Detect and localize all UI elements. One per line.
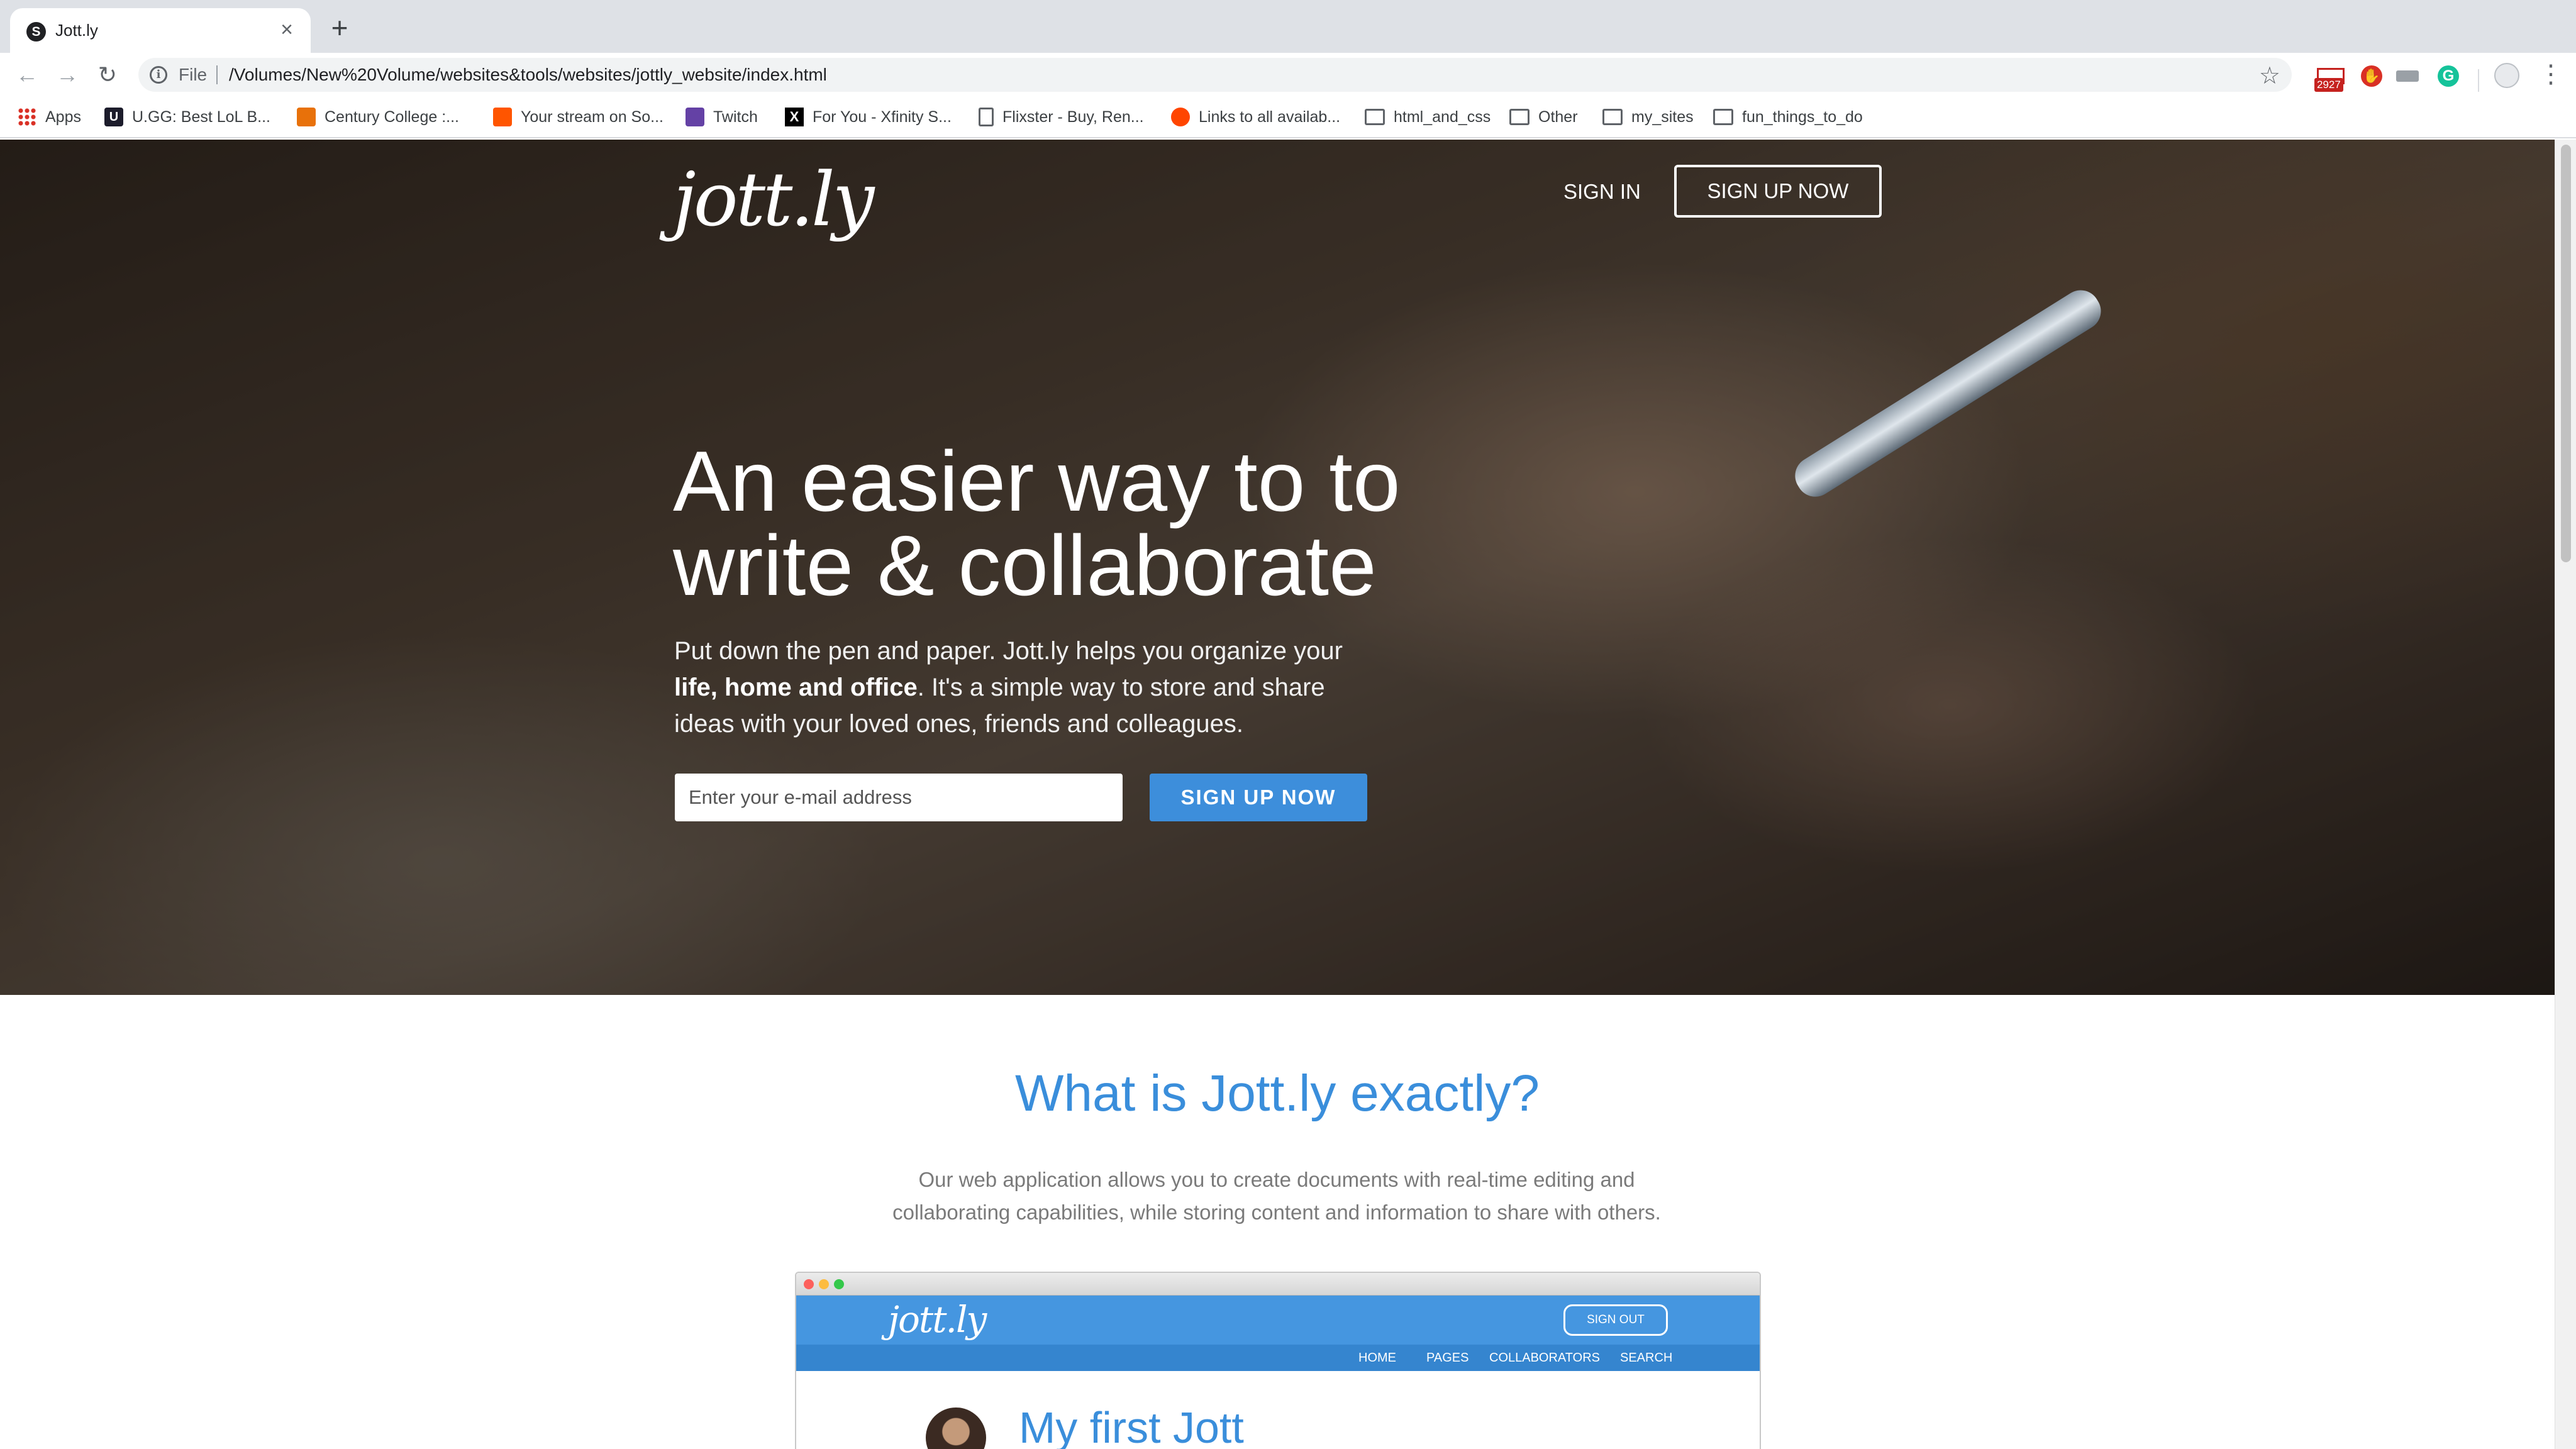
bookmark-label: Century College :... <box>325 108 459 126</box>
mock-nav-home: HOME <box>1358 1351 1396 1365</box>
bookmark-soundcloud[interactable]: Your stream on So... <box>493 106 663 128</box>
mock-logo: jott.ly <box>888 1298 987 1341</box>
hero-headline: An easier way to to write & collaborate <box>673 438 1491 608</box>
new-tab-button[interactable]: + <box>326 13 353 43</box>
folder-icon <box>1509 109 1530 125</box>
apps-grid-icon <box>18 108 36 126</box>
folder-icon <box>1713 109 1733 125</box>
avatar <box>926 1407 986 1449</box>
page-icon <box>979 108 994 126</box>
tab-jottly[interactable]: S Jott.ly × <box>10 8 311 53</box>
extension-icon[interactable] <box>2396 65 2421 93</box>
mock-body: My first Jott <box>796 1371 1760 1449</box>
bookmark-label: Other <box>1538 108 1578 126</box>
kebab-menu-icon[interactable]: ⋮ <box>2538 62 2563 87</box>
url-text[interactable]: /Volumes/New%20Volume/websites&tools/web… <box>229 65 827 85</box>
bookmark-label: html_and_css <box>1394 108 1491 126</box>
hero-subcopy: Put down the pen and paper. Jott.ly help… <box>674 633 1391 742</box>
bookmark-label: For You - Xfinity S... <box>813 108 952 126</box>
soundcloud-icon <box>493 108 512 126</box>
what-is-title: What is Jott.ly exactly? <box>1015 1065 1540 1122</box>
jottly-logo[interactable]: jott.ly <box>673 156 874 243</box>
url-separator <box>216 65 218 84</box>
headline-line-1: An easier way to to <box>673 433 1401 529</box>
gmail-unread-badge: 2927 <box>2314 78 2343 92</box>
info-icon[interactable]: i <box>150 66 167 84</box>
twitch-icon <box>686 108 704 126</box>
bookmark-label: my_sites <box>1631 108 1694 126</box>
bookmark-star-icon[interactable]: ☆ <box>2259 62 2280 90</box>
bookmark-century-college[interactable]: Century College :... <box>297 106 459 128</box>
mock-app-header: jott.ly SIGN OUT <box>796 1296 1760 1345</box>
tab-favicon-icon: S <box>26 22 46 42</box>
mock-nav-collaborators: COLLABORATORS <box>1489 1351 1600 1365</box>
profile-avatar-icon[interactable] <box>2494 63 2519 88</box>
folder-icon <box>1602 109 1623 125</box>
headline-line-2: write & collaborate <box>673 518 1377 613</box>
bookmark-label: Flixster - Buy, Ren... <box>1002 108 1144 126</box>
mock-page-heading: My first Jott <box>1019 1403 1244 1449</box>
folder-icon <box>1365 109 1385 125</box>
reload-icon[interactable]: ↻ <box>94 62 121 88</box>
page-viewport: jott.ly SIGN IN SIGN UP NOW An easier wa… <box>0 140 2555 1449</box>
bookmark-folder-html-and-css[interactable]: html_and_css <box>1365 106 1491 128</box>
reddit-icon <box>1171 108 1190 126</box>
back-arrow-icon[interactable]: ← <box>14 62 40 88</box>
tab-strip: S Jott.ly × + <box>0 0 2576 53</box>
browser-toolbar: ← → ↻ i File /Volumes/New%20Volume/websi… <box>0 53 2576 97</box>
xfinity-icon: X <box>785 108 804 126</box>
window-zoom-dot-icon <box>834 1279 844 1289</box>
mock-nav-pages: PAGES <box>1426 1351 1469 1365</box>
bookmark-folder-fun-things[interactable]: fun_things_to_do <box>1713 106 1863 128</box>
bookmark-label: Apps <box>45 108 81 126</box>
bookmark-label: fun_things_to_do <box>1742 108 1863 126</box>
bookmark-twitch[interactable]: Twitch <box>686 106 758 128</box>
bookmark-folder-my-sites[interactable]: my_sites <box>1602 106 1694 128</box>
what-is-description: Our web application allows you to create… <box>892 1168 1661 1224</box>
bookmark-label: Twitch <box>713 108 758 126</box>
ugg-icon: U <box>104 108 123 126</box>
mock-sign-out-button: SIGN OUT <box>1563 1304 1668 1336</box>
bookmark-apps[interactable]: Apps <box>18 106 81 128</box>
page-scrollbar[interactable] <box>2555 140 2576 1449</box>
sign-in-link[interactable]: SIGN IN <box>1563 180 1641 204</box>
bookmark-flixster[interactable]: Flixster - Buy, Ren... <box>979 106 1144 128</box>
sign-up-header-button[interactable]: SIGN UP NOW <box>1674 165 1882 218</box>
bookmark-label: U.GG: Best LoL B... <box>132 108 270 126</box>
bookmark-xfinity[interactable]: X For You - Xfinity S... <box>785 106 952 128</box>
bookmark-ugg[interactable]: U U.GG: Best LoL B... <box>104 106 270 128</box>
bookmarks-bar: Apps U U.GG: Best LoL B... Century Colle… <box>0 97 2576 138</box>
app-screenshot-mockup: jott.ly SIGN OUT HOME PAGES COLLABORATOR… <box>795 1272 1761 1449</box>
close-icon[interactable]: × <box>274 17 299 42</box>
address-bar[interactable]: i File /Volumes/New%20Volume/websites&to… <box>138 58 2292 92</box>
grammarly-extension-icon[interactable]: G <box>2438 65 2460 93</box>
subcopy-part-1: Put down the pen and paper. Jott.ly help… <box>674 637 1343 665</box>
adblock-extension-icon[interactable]: ✋ <box>2361 65 2382 93</box>
window-close-dot-icon <box>804 1279 814 1289</box>
hero-section: jott.ly SIGN IN SIGN UP NOW An easier wa… <box>0 140 2555 995</box>
mock-nav-bar: HOME PAGES COLLABORATORS SEARCH <box>796 1345 1760 1371</box>
mock-window-titlebar <box>796 1273 1760 1296</box>
tab-title: Jott.ly <box>55 21 98 40</box>
email-field[interactable] <box>675 774 1123 821</box>
century-college-icon <box>297 108 316 126</box>
gmail-extension-icon[interactable]: 2927 <box>2314 65 2347 93</box>
subcopy-bold: life, home and office <box>674 674 918 701</box>
url-scheme-label: File <box>179 65 208 84</box>
toolbar-divider <box>2478 69 2479 92</box>
mock-nav-search: SEARCH <box>1620 1351 1673 1365</box>
forward-arrow-icon[interactable]: → <box>54 62 80 88</box>
bookmark-reddit-links[interactable]: Links to all availab... <box>1171 106 1340 128</box>
scrollbar-thumb[interactable] <box>2561 145 2571 562</box>
bookmark-label: Your stream on So... <box>521 108 663 126</box>
window-minimize-dot-icon <box>819 1279 829 1289</box>
sign-up-hero-button[interactable]: SIGN UP NOW <box>1150 774 1367 821</box>
bookmark-folder-other[interactable]: Other <box>1509 106 1578 128</box>
bookmark-label: Links to all availab... <box>1199 108 1341 126</box>
